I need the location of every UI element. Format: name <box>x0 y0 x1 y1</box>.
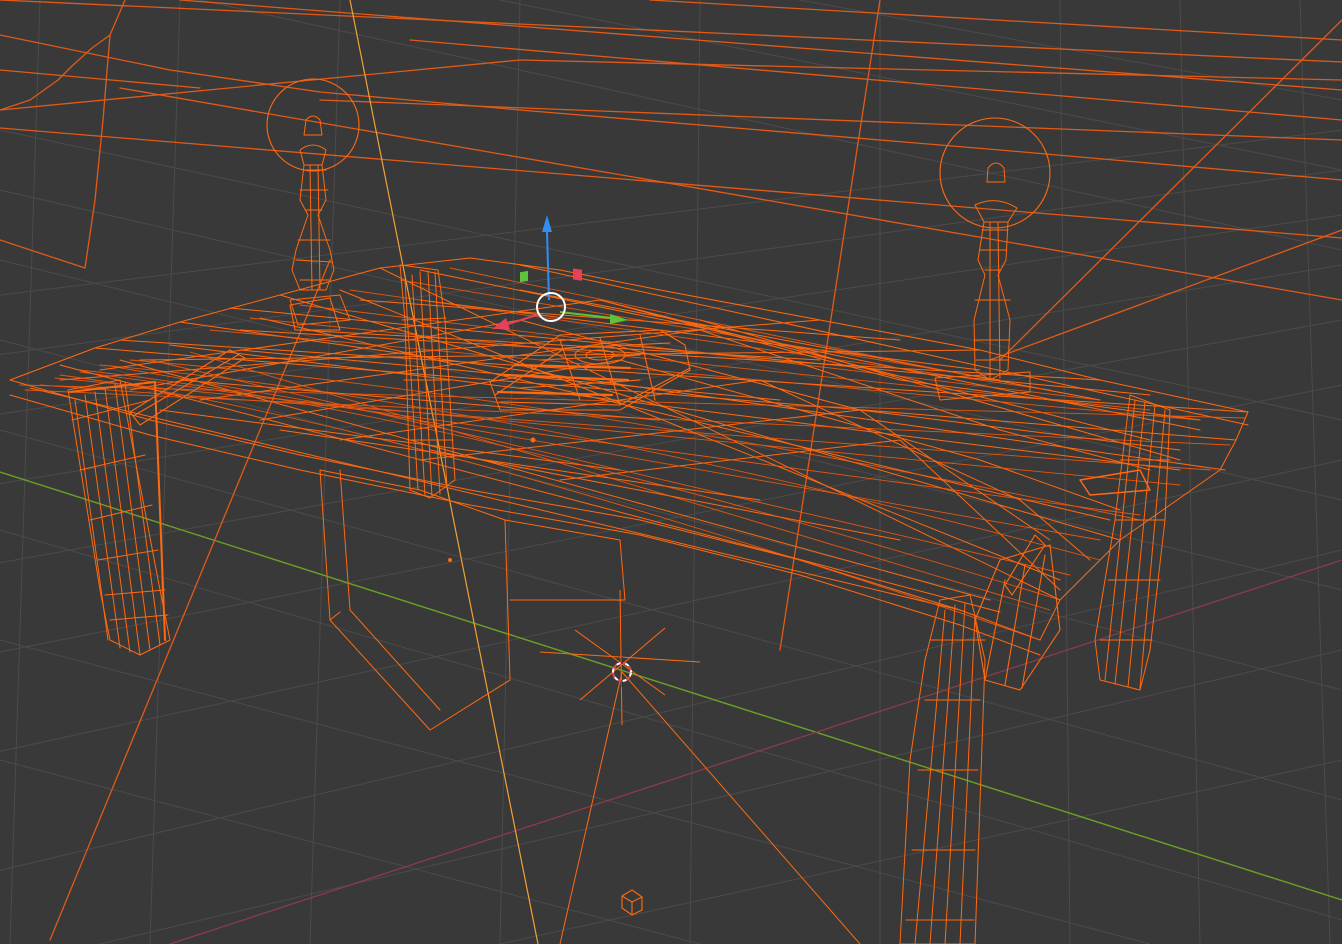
gizmo-plane-green-icon[interactable] <box>520 270 528 283</box>
candle-right[interactable] <box>934 117 1051 401</box>
light-object-icon[interactable] <box>621 889 643 916</box>
3d-viewport[interactable] <box>0 0 1342 944</box>
viewport-scene[interactable] <box>0 0 1342 944</box>
table-top-dense-wire <box>19 267 1246 641</box>
3d-cursor-icon[interactable] <box>539 589 861 944</box>
table-object[interactable] <box>9 257 1249 731</box>
table-leg-back-left[interactable] <box>399 264 456 499</box>
gizmo-plane-red-icon[interactable] <box>573 268 582 281</box>
gizmo-z-arrow-icon[interactable] <box>542 215 552 232</box>
table-braces <box>129 297 1046 596</box>
